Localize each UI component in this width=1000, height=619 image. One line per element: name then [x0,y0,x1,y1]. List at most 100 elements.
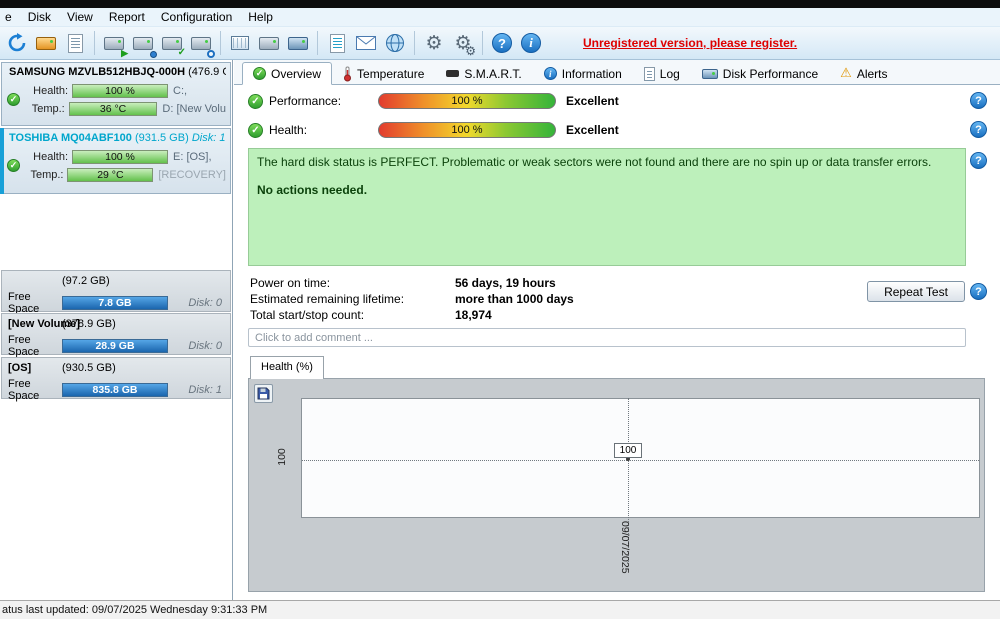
partition-item[interactable]: [New Volume] (378.9 GB) Free Space 28.9 … [1,313,231,358]
menu-help[interactable]: Help [240,9,281,25]
information-icon: i [543,67,557,80]
scheduled-test-button[interactable] [130,30,157,58]
settings-button[interactable]: ⚙ [421,30,447,56]
health-label: Health: [33,151,68,163]
temperature-label: Temp.: [31,103,65,115]
performance-ok-icon: ✓ [248,93,263,109]
refresh-button[interactable] [4,30,30,56]
menu-configuration[interactable]: Configuration [153,9,240,25]
tab-smart[interactable]: S.M.A.R.T. [435,62,532,85]
repeat-test-button[interactable]: Repeat Test [867,281,965,302]
hard-disk-sentinel-window: e Disk View Report Configuration Help ▶ … [0,0,1000,619]
tab-information[interactable]: i Information [533,62,633,85]
disk-icon [191,36,211,50]
menu-view[interactable]: View [59,9,101,25]
health-bar: 100 % [72,150,168,164]
tab-alerts[interactable]: ⚠ Alerts [829,62,898,85]
email-report-button[interactable] [353,30,379,56]
stat-value: 18,974 [455,308,492,322]
disk-backup-button[interactable] [285,30,311,56]
temperature-bar: 29 °C [67,168,154,182]
save-chart-button[interactable] [254,384,273,403]
partition-size: (378.9 GB) [62,318,116,330]
free-space-bar: 28.9 GB [62,339,168,353]
info-icon: i [521,33,541,53]
small-gear-icon: ⚙ [465,44,476,58]
detect-disks-button[interactable] [33,30,59,56]
disk-number: Disk: 1 [191,132,226,144]
email-icon [356,36,376,50]
tab-label: Overview [271,66,322,81]
chart-point-label: 100 [614,443,642,458]
free-space-label: Free Space [8,378,40,402]
help-icon[interactable]: ? [970,283,987,300]
network-status-button[interactable] [382,30,408,56]
advanced-settings-button[interactable]: ⚙ ⚙ [450,30,476,58]
tab-temperature[interactable]: Temperature [332,62,435,85]
partition-name: [New Volume] [8,318,80,330]
disk-item-samsung[interactable]: SAMSUNG MZVLB512HBJQ-000H (476.9 G ✓ Hea… [1,62,231,126]
toolbar-separator [414,31,415,55]
report-button[interactable] [62,30,88,56]
about-button[interactable]: i [518,30,544,56]
health-ok-icon: ✓ [248,122,263,138]
save-icon [257,387,270,400]
dot-badge-icon [150,51,157,58]
comment-input[interactable] [248,328,966,347]
help-icon[interactable]: ? [970,152,987,169]
menu-report[interactable]: Report [101,9,153,25]
tab-overview[interactable]: ✓ Overview [242,62,333,85]
partition-name [8,275,62,287]
disk-search-button[interactable] [188,30,215,58]
performance-rating: Excellent [566,94,619,108]
health-rating: Excellent [566,123,619,137]
health-bar: 100 % [378,122,556,138]
disk-copy-button[interactable] [256,30,282,56]
tab-disk-performance[interactable]: Disk Performance [691,62,829,85]
disk-header: SAMSUNG MZVLB512HBJQ-000H (476.9 G [6,65,226,80]
toolbar-separator [220,31,221,55]
partition-item[interactable]: [OS] (930.5 GB) Free Space 835.8 GB Disk… [1,357,231,402]
tab-label: Log [659,66,680,81]
status-bar: atus last updated: 09/07/2025 Wednesday … [0,600,1000,619]
partition-disk-number: Disk: 0 [188,340,222,352]
toolbar-separator [94,31,95,55]
status-text: The hard disk status is PERFECT. Problem… [257,155,932,169]
tab-log[interactable]: Log [633,62,691,85]
health-history-chart: 100 100 09/07/2025 [248,378,985,592]
tab-label: Alerts [856,66,888,81]
log-icon [643,66,655,83]
partition-item[interactable]: (97.2 GB) Free Space 7.8 GB Disk: 0 [1,270,231,315]
status-panel-button[interactable] [324,30,350,56]
surface-test-icon [231,36,249,50]
drive-letters: D: [New Volu [162,103,226,115]
health-bar: 100 % [72,84,168,98]
toolbar: ▶ ✓ ⚙ ⚙ ⚙ ? i Unregistered version, plea… [0,27,1000,60]
quick-test-button[interactable]: ▶ [101,30,128,58]
disk-title: TOSHIBA MQ04ABF100 [9,132,132,144]
surface-test-button[interactable] [227,30,253,56]
partition-disk-number: Disk: 1 [188,384,222,396]
help-button[interactable]: ? [489,30,515,56]
menu-file[interactable]: e [0,9,20,25]
disk-ok-test-button[interactable]: ✓ [159,30,186,58]
unregistered-notice-link[interactable]: Unregistered version, please register. [583,36,797,50]
disk-item-toshiba[interactable]: TOSHIBA MQ04ABF100 (931.5 GB) Disk: 1 ✓ … [1,128,231,194]
disk-status-message: The hard disk status is PERFECT. Problem… [248,148,966,266]
help-icon[interactable]: ? [970,92,987,109]
help-icon[interactable]: ? [970,121,987,138]
disk-icon [288,36,308,50]
chart-tab-health[interactable]: Health (%) [250,356,324,379]
overview-ok-icon: ✓ [253,67,266,80]
stat-value: 56 days, 19 hours [455,276,556,290]
health-label: Health: [33,85,68,97]
refresh-icon [8,33,26,52]
partition-size: (97.2 GB) [62,275,110,287]
menu-disk[interactable]: Disk [20,9,59,25]
drive-letters: E: [OS], [173,151,212,163]
status-bar-text: atus last updated: 09/07/2025 Wednesday … [2,604,268,616]
free-space-bar: 835.8 GB [62,383,168,397]
status-action-text: No actions needed. [257,183,368,197]
temperature-icon [344,66,352,81]
performance-label: Performance: [269,94,342,108]
